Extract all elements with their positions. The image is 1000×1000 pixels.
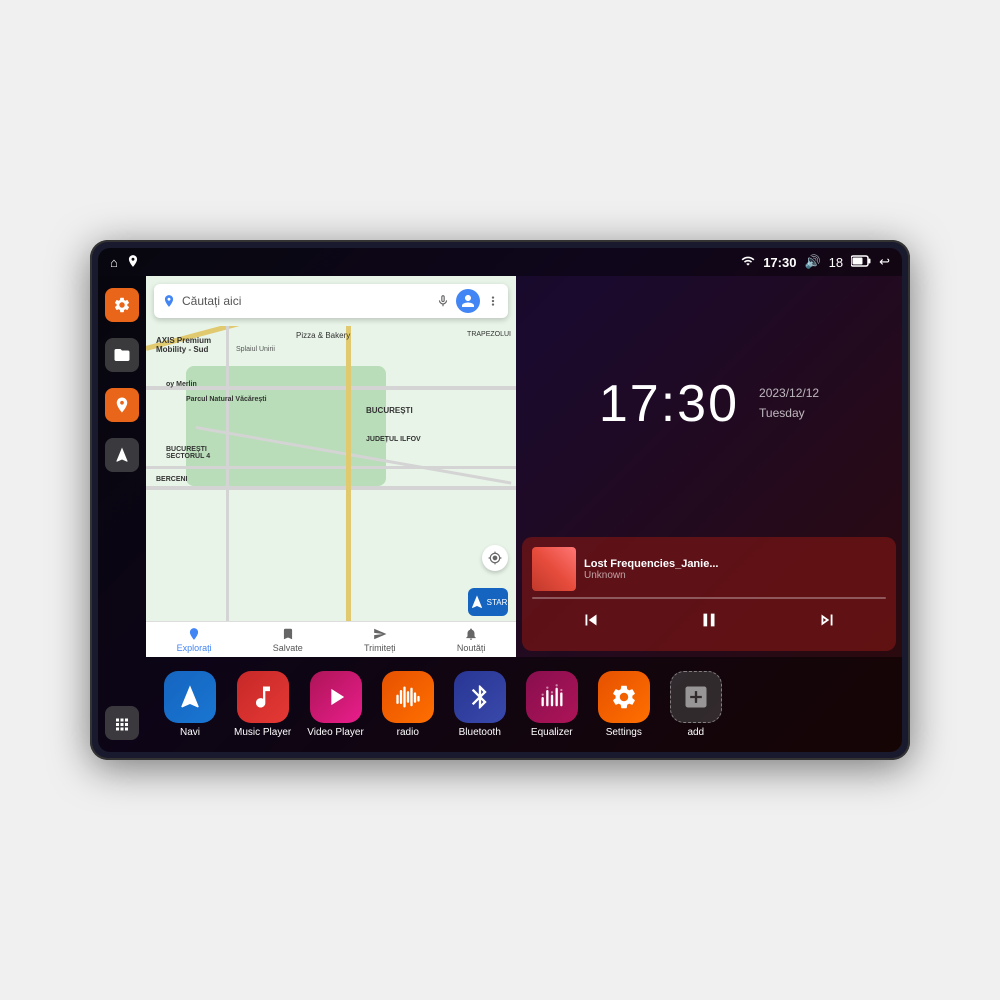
screen: ⌂ 17:30 🔊 18 (98, 248, 902, 752)
app-settings-icon (598, 671, 650, 723)
pizza-label: Pizza & Bakery (296, 331, 350, 340)
road-v2 (346, 326, 351, 621)
map-tab-explorare[interactable]: Explorați (177, 627, 212, 653)
maps-status-icon[interactable] (126, 254, 140, 271)
music-details: Lost Frequencies_Janie... Unknown (584, 558, 886, 581)
app-settings-label: Settings (606, 727, 642, 738)
status-left: ⌂ (110, 254, 140, 271)
map-tab-trimiteti-label: Trimiteți (364, 643, 396, 653)
road-5 (146, 486, 516, 490)
map-visual: AXIS PremiumMobility - Sud Pizza & Baker… (146, 326, 516, 621)
map-tab-explorare-label: Explorați (177, 643, 212, 653)
app-radio[interactable]: radio (380, 671, 436, 738)
clock-date: 2023/12/12 Tuesday (759, 384, 819, 422)
locate-button[interactable] (482, 545, 508, 571)
map-tab-salvate-label: Salvate (273, 643, 303, 653)
music-title: Lost Frequencies_Janie... (584, 558, 886, 570)
app-bluetooth[interactable]: Bluetooth (452, 671, 508, 738)
app-video-icon (310, 671, 362, 723)
center-area: Căutați aici (146, 276, 902, 752)
music-info: Lost Frequencies_Janie... Unknown (532, 547, 886, 591)
music-widget: Lost Frequencies_Janie... Unknown (522, 537, 896, 651)
road-2 (146, 386, 516, 390)
music-pause-button[interactable] (688, 605, 730, 641)
status-time: 17:30 (763, 255, 796, 270)
app-drawer: Navi Music Player Video Pl (146, 657, 902, 752)
app-music-icon (237, 671, 289, 723)
sidebar-item-settings[interactable] (105, 288, 139, 322)
clock-date-text: 2023/12/12 (759, 386, 819, 400)
device: ⌂ 17:30 🔊 18 (90, 240, 910, 760)
judet-label: JUDEȚUL ILFOV (366, 436, 421, 443)
app-navi-icon (164, 671, 216, 723)
sidebar-item-apps[interactable] (105, 706, 139, 740)
music-artist: Unknown (584, 570, 886, 581)
road-4 (146, 466, 516, 469)
trapez-label: TRAPEZOLUI (467, 331, 511, 338)
map-bottom-bar: Explorați Salvate Trimiteți (146, 621, 516, 657)
status-right: 17:30 🔊 18 ↩ (741, 254, 890, 271)
app-video-player[interactable]: Video Player (307, 671, 364, 738)
axis-label: AXIS PremiumMobility - Sud (156, 336, 211, 354)
app-radio-label: radio (397, 727, 419, 738)
nav-start-button[interactable]: STAR (468, 588, 508, 616)
home-icon[interactable]: ⌂ (110, 255, 118, 270)
map-tab-noutati-label: Noutăți (457, 643, 486, 653)
app-add-icon (670, 671, 722, 723)
status-bar: ⌂ 17:30 🔊 18 (98, 248, 902, 276)
app-add[interactable]: add (668, 671, 724, 738)
app-radio-icon (382, 671, 434, 723)
app-equalizer[interactable]: Equalizer (524, 671, 580, 738)
app-music-player[interactable]: Music Player (234, 671, 291, 738)
app-settings[interactable]: Settings (596, 671, 652, 738)
music-thumbnail (532, 547, 576, 591)
battery-icon (851, 255, 871, 270)
battery-level: 18 (829, 255, 843, 270)
map-background: Căutați aici (146, 276, 516, 657)
clock-time: 17:30 (599, 374, 739, 434)
parcul-label: Parcul Natural Văcărești (186, 396, 267, 403)
app-equalizer-icon (526, 671, 578, 723)
wifi-icon (741, 254, 755, 271)
app-navi[interactable]: Navi (162, 671, 218, 738)
app-add-label: add (687, 727, 704, 738)
clock-day-text: Tuesday (759, 406, 805, 420)
music-controls (532, 605, 886, 641)
sector-label: BUCUREȘTISECTORUL 4 (166, 446, 210, 460)
clock-display: 17:30 (599, 374, 739, 434)
map-area: Căutați aici (146, 276, 902, 657)
map-tab-salvate[interactable]: Salvate (273, 627, 303, 653)
app-video-label: Video Player (307, 727, 364, 738)
road-v1 (226, 326, 229, 621)
music-prev-button[interactable] (570, 605, 612, 641)
merlin-label: oy Merlin (166, 381, 197, 388)
splaiul-label: Splaiul Unirii (236, 346, 275, 353)
app-music-label: Music Player (234, 727, 291, 738)
main-content: Căutați aici (98, 276, 902, 752)
map-tab-noutati[interactable]: Noutăți (457, 627, 486, 653)
clock-area: 17:30 2023/12/12 Tuesday (516, 276, 902, 531)
app-bluetooth-icon (454, 671, 506, 723)
sidebar-item-files[interactable] (105, 338, 139, 372)
berceni-label: BERCENI (156, 476, 188, 483)
back-icon[interactable]: ↩ (879, 254, 890, 270)
sidebar-item-navigation[interactable] (105, 438, 139, 472)
map-search-text: Căutați aici (182, 294, 430, 308)
music-thumb-inner (532, 547, 576, 591)
app-equalizer-label: Equalizer (531, 727, 573, 738)
map-tab-trimiteti[interactable]: Trimiteți (364, 627, 396, 653)
app-navi-label: Navi (180, 727, 200, 738)
music-next-button[interactable] (806, 605, 848, 641)
right-info-panel: 17:30 2023/12/12 Tuesday (516, 276, 902, 657)
music-progress-bar[interactable] (532, 597, 886, 599)
bucuresti-label: BUCUREȘTI (366, 406, 413, 415)
sidebar (98, 276, 146, 752)
app-bluetooth-label: Bluetooth (459, 727, 501, 738)
sidebar-item-maps[interactable] (105, 388, 139, 422)
map-search-bar[interactable]: Căutați aici (154, 284, 508, 318)
volume-icon: 🔊 (804, 254, 820, 270)
map-container[interactable]: Căutați aici (146, 276, 516, 657)
